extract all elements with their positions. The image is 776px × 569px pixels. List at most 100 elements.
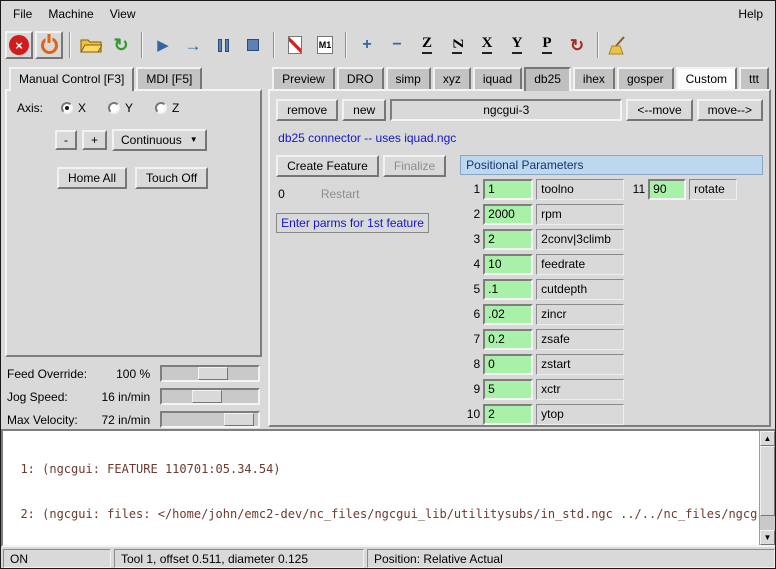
home-row: Home All Touch Off [57,167,252,189]
axis-radio-y[interactable]: Y [108,101,133,115]
scroll-up-icon[interactable]: ▲ [760,431,775,446]
stop-icon [247,39,259,51]
tab-simp[interactable]: simp [386,67,431,89]
param-number: 6 [460,307,480,321]
tab-ttt[interactable]: ttt [739,67,769,89]
param-number: 1 [460,182,480,196]
menu-machine[interactable]: Machine [40,3,101,25]
finalize-button[interactable]: Finalize [383,155,446,177]
toolbar-separator [141,32,143,58]
x-view-button[interactable]: X [473,31,501,59]
reload-icon: ↻ [113,36,128,54]
restart-button[interactable]: Restart [295,185,386,203]
pause-button[interactable] [209,31,237,59]
run-button[interactable]: ▶ [149,31,177,59]
tab-mdi[interactable]: MDI [F5] [136,67,202,89]
subroutine-description: db25 connector -- uses iquad.ngc [278,131,761,145]
param-name-field: 2conv|3climb [536,229,624,250]
scroll-down-icon[interactable]: ▼ [760,530,775,545]
z-view-button[interactable]: Z [413,31,441,59]
param-row: 10 ytop [460,403,763,425]
y-view-button[interactable]: Y [503,31,531,59]
open-file-button[interactable] [77,31,105,59]
max-velocity-slider[interactable] [160,411,260,428]
feed-override-label: Feed Override: [5,367,87,381]
tab-ihex[interactable]: ihex [573,67,615,89]
optional-stop-button[interactable]: M1 [311,31,339,59]
z-view-icon: Z [422,36,432,54]
scrollbar-thumb[interactable] [760,446,775,516]
move-right-button[interactable]: move--> [697,99,763,121]
param-value-input[interactable] [483,404,533,425]
touch-off-button[interactable]: Touch Off [135,167,208,189]
create-feature-button[interactable]: Create Feature [276,155,379,177]
remove-tab-button[interactable]: remove [276,99,338,121]
param-value-input[interactable] [483,279,533,300]
toolbar-separator [345,32,347,58]
axis-y-label: Y [125,101,133,115]
move-left-button[interactable]: <--move [626,99,692,121]
tab-manual-control[interactable]: Manual Control [F3] [9,67,134,91]
tab-preview[interactable]: Preview [272,67,335,89]
stop-button[interactable] [239,31,267,59]
tab-db25[interactable]: db25 [524,67,571,91]
param-value-input[interactable] [483,379,533,400]
axis-x-label: X [78,101,86,115]
tab-custom[interactable]: Custom [676,67,737,89]
radio-icon [108,102,120,114]
machine-power-button[interactable] [35,31,63,59]
param-name-field: xctr [536,379,624,400]
param-value-input[interactable] [483,354,533,375]
estop-button[interactable]: × [5,31,33,59]
skip-lines-button[interactable] [281,31,309,59]
param-value-input[interactable] [483,204,533,225]
axis-radio-x[interactable]: X [61,101,86,115]
rotate-mode-button[interactable]: ↻ [563,31,591,59]
tab-iquad[interactable]: iquad [473,67,522,89]
zoom-in-button[interactable]: + [353,31,381,59]
reload-button[interactable]: ↻ [107,31,135,59]
slider-handle[interactable] [224,413,254,426]
tab-dro[interactable]: DRO [337,67,384,89]
tab-xyz[interactable]: xyz [433,67,471,89]
z-rotated-view-button[interactable]: Z [443,31,471,59]
tabname-input[interactable] [390,99,622,121]
tab-gosper[interactable]: gosper [617,67,674,89]
feed-override-slider[interactable] [160,365,260,382]
param-row: 6 zincr [460,303,763,325]
preview-tabs: Preview DRO simp xyz iquad db25 ihex gos… [268,65,771,89]
jog-speed-slider[interactable] [160,388,260,405]
zoom-out-button[interactable]: − [383,31,411,59]
menu-file[interactable]: File [5,3,40,25]
param-value-input[interactable] [483,254,533,275]
slider-handle[interactable] [198,367,228,380]
param-value-input[interactable] [648,179,686,200]
pause-icon [218,39,229,52]
param-value-input[interactable] [483,179,533,200]
step-button[interactable]: → [179,31,207,59]
x-view-icon: X [482,36,493,54]
param-number: 8 [460,357,480,371]
skip-lines-icon [288,36,302,54]
manual-control-frame: Axis: X Y Z [5,89,262,357]
param-value-input[interactable] [483,229,533,250]
param-row: 2 rpm [460,203,763,225]
new-tab-button[interactable]: new [342,99,386,121]
param-value-input[interactable] [483,304,533,325]
menu-view[interactable]: View [102,3,144,25]
jog-plus-button[interactable]: + [82,130,107,150]
param-number: 7 [460,332,480,346]
param-value-input[interactable] [483,329,533,350]
jog-mode-dropdown[interactable]: Continuous ▼ [112,129,207,151]
perspective-view-button[interactable]: P [533,31,561,59]
home-all-button[interactable]: Home All [57,167,127,189]
slider-handle[interactable] [192,390,222,403]
axis-radio-z[interactable]: Z [155,101,179,115]
jog-minus-button[interactable]: - [55,130,77,150]
z-rotated-view-icon: Z [452,36,462,54]
tool-status: Tool 1, offset 0.511, diameter 0.125 [114,549,364,568]
main-body: Manual Control [F3] MDI [F5] Axis: X Y [1,63,776,429]
menu-help[interactable]: Help [730,3,771,25]
console-scrollbar[interactable]: ▲ ▼ [759,431,775,545]
clear-plot-button[interactable] [605,31,633,59]
